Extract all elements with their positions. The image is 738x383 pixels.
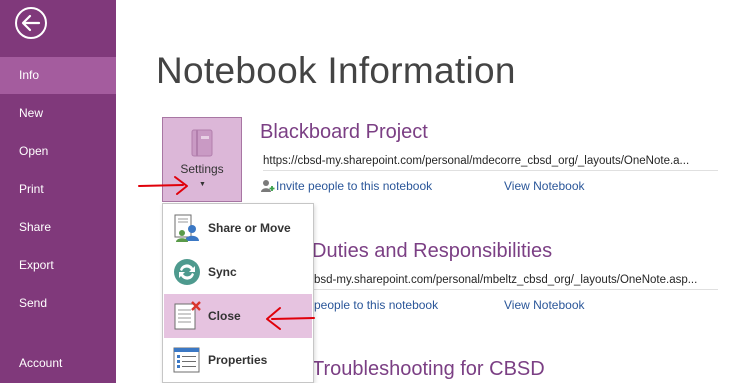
invite-people-icon: [261, 180, 275, 192]
sidebar-item-export[interactable]: Export: [0, 247, 116, 284]
menu-item-label: Sync: [208, 265, 237, 279]
chevron-down-icon: ▼: [199, 181, 206, 188]
menu-item-share-or-move[interactable]: Share or Move: [164, 206, 312, 250]
sidebar-item-open[interactable]: Open: [0, 133, 116, 170]
settings-menu: Share or Move Sync Close Properties: [162, 203, 314, 383]
properties-icon: [173, 347, 200, 373]
notebook-url[interactable]: bsd-my.sharepoint.com/personal/mbeltz_cb…: [314, 272, 718, 290]
view-notebook-link[interactable]: View Notebook: [504, 179, 585, 193]
invite-people-link[interactable]: Invite people to this notebook: [276, 179, 432, 193]
notebook-title: Blackboard Project: [260, 121, 428, 143]
sync-icon: [174, 259, 200, 285]
back-arrow-icon[interactable]: [14, 6, 48, 40]
share-or-move-icon: [174, 214, 199, 242]
page-title: Notebook Information: [156, 50, 516, 91]
notebook-info-panel: Notebook Information Blackboard Project …: [116, 0, 738, 383]
notebook-title: Troubleshooting for CBSD: [312, 358, 545, 380]
notebook-settings-icon: [191, 129, 213, 157]
sidebar-item-send[interactable]: Send: [0, 285, 116, 322]
menu-item-sync[interactable]: Sync: [164, 250, 312, 294]
sidebar-item-account[interactable]: Account: [0, 345, 116, 382]
backstage-sidebar: Info New Open Print Share Export Send Ac…: [0, 0, 116, 383]
notebook-title: Duties and Responsibilities: [312, 240, 553, 262]
view-notebook-link[interactable]: View Notebook: [504, 298, 585, 312]
sidebar-item-new[interactable]: New: [0, 95, 116, 132]
close-notebook-icon: [174, 301, 201, 330]
menu-item-properties[interactable]: Properties: [164, 338, 312, 382]
sidebar-item-share[interactable]: Share: [0, 209, 116, 246]
notebook-url[interactable]: https://cbsd-my.sharepoint.com/personal/…: [263, 153, 718, 171]
sidebar-item-print[interactable]: Print: [0, 171, 116, 208]
annotation-arrow-icon: [138, 176, 188, 195]
invite-people-link[interactable]: people to this notebook: [314, 298, 438, 312]
menu-item-label: Properties: [208, 353, 268, 367]
menu-item-label: Close: [208, 309, 241, 323]
annotation-arrow-icon: [266, 307, 315, 330]
menu-item-label: Share or Move: [208, 221, 291, 235]
sidebar-item-info[interactable]: Info: [0, 57, 116, 94]
